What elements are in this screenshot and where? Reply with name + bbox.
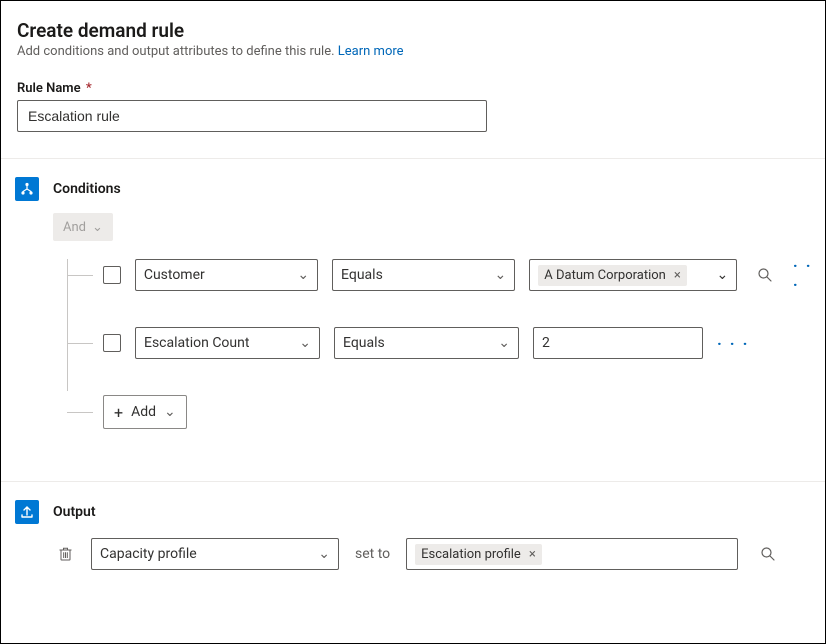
lookup-tag-label: Escalation profile xyxy=(421,547,521,562)
output-attribute-value: Capacity profile xyxy=(100,546,197,562)
search-icon[interactable] xyxy=(751,259,779,291)
attribute-value: Customer xyxy=(144,267,205,283)
output-title: Output xyxy=(53,504,96,520)
search-icon[interactable] xyxy=(754,538,782,570)
add-condition-button[interactable]: + Add ⌄ xyxy=(103,395,187,429)
chevron-down-icon: ⌄ xyxy=(299,335,311,351)
rule-name-label-text: Rule Name xyxy=(17,81,81,96)
add-condition-row: + Add ⌄ xyxy=(67,395,825,429)
chevron-down-icon: ⌄ xyxy=(318,546,330,562)
rule-name-input[interactable] xyxy=(17,100,487,132)
value-lookup[interactable]: A Datum Corporation × ⌄ xyxy=(529,259,737,291)
output-value-lookup[interactable]: Escalation profile × xyxy=(406,538,738,570)
output-attribute-select[interactable]: Capacity profile ⌄ xyxy=(91,538,339,570)
and-operator-chip[interactable]: And ⌄ xyxy=(53,213,113,241)
chevron-down-icon: ⌄ xyxy=(92,220,103,235)
lookup-tag-label: A Datum Corporation xyxy=(544,268,666,283)
more-actions-button[interactable]: · · · xyxy=(793,256,825,294)
chevron-down-icon: ⌄ xyxy=(498,335,510,351)
chevron-down-icon: ⌄ xyxy=(297,267,309,283)
learn-more-link[interactable]: Learn more xyxy=(338,44,404,59)
chevron-down-icon: ⌄ xyxy=(164,404,176,420)
row-checkbox[interactable] xyxy=(103,266,121,284)
output-section-header: Output xyxy=(1,482,825,524)
and-operator-label: And xyxy=(63,220,86,235)
attribute-value: Escalation Count xyxy=(144,335,249,351)
add-button-label: Add xyxy=(131,404,156,420)
chevron-down-icon: ⌄ xyxy=(495,267,507,283)
conditions-title: Conditions xyxy=(53,181,121,197)
value-input-wrapper xyxy=(533,327,703,359)
operator-value: Equals xyxy=(343,335,385,351)
conditions-section-header: Conditions xyxy=(1,159,825,201)
more-actions-button[interactable]: · · · xyxy=(717,334,749,353)
plus-icon: + xyxy=(114,403,123,422)
condition-row: Escalation Count ⌄ Equals ⌄ · · · xyxy=(67,327,825,359)
chevron-down-icon: ⌄ xyxy=(716,267,728,283)
operator-select[interactable]: Equals ⌄ xyxy=(334,327,519,359)
conditions-icon xyxy=(15,177,39,201)
operator-select[interactable]: Equals ⌄ xyxy=(332,259,515,291)
lookup-tag: Escalation profile × xyxy=(415,544,542,565)
remove-tag-icon[interactable]: × xyxy=(529,547,536,562)
rule-name-label: Rule Name * xyxy=(17,81,809,96)
delete-output-button[interactable] xyxy=(55,546,75,562)
attribute-select[interactable]: Customer ⌄ xyxy=(135,259,318,291)
required-indicator: * xyxy=(86,81,92,96)
lookup-tag: A Datum Corporation × xyxy=(538,265,687,286)
page-title: Create demand rule xyxy=(17,19,809,42)
page-subtitle: Add conditions and output attributes to … xyxy=(17,44,809,59)
value-input[interactable] xyxy=(542,335,694,351)
remove-tag-icon[interactable]: × xyxy=(674,268,681,283)
row-checkbox[interactable] xyxy=(103,334,121,352)
condition-row: Customer ⌄ Equals ⌄ A Datum Corporation … xyxy=(67,259,825,291)
output-icon xyxy=(15,500,39,524)
set-to-label: set to xyxy=(355,546,390,562)
attribute-select[interactable]: Escalation Count ⌄ xyxy=(135,327,320,359)
subtitle-text: Add conditions and output attributes to … xyxy=(17,44,338,59)
operator-value: Equals xyxy=(341,267,383,283)
